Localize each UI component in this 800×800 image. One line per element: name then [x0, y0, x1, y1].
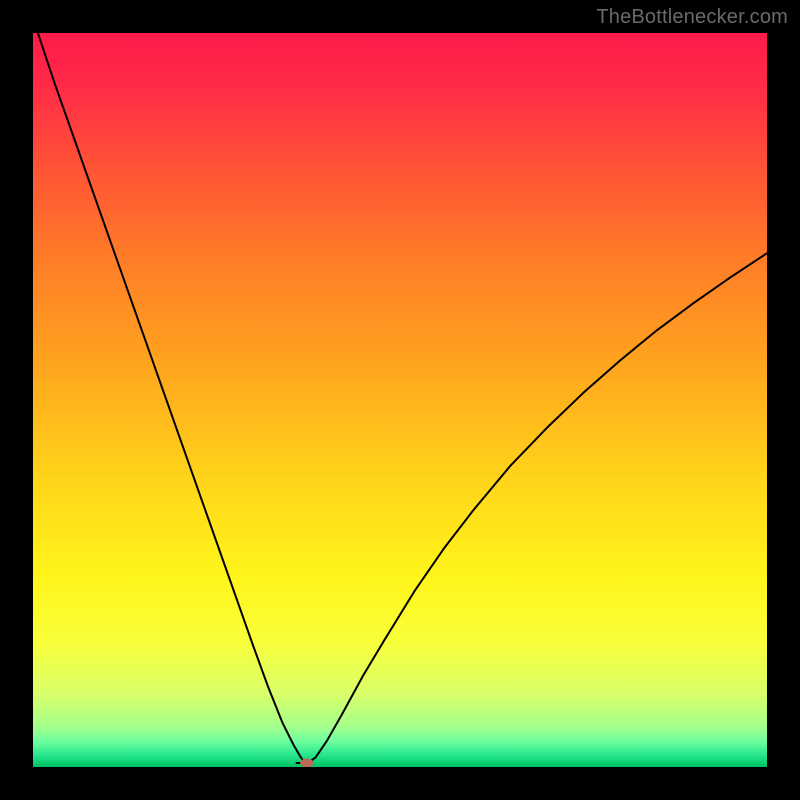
chart-container: TheBottlenecker.com — [0, 0, 800, 800]
marker-point — [300, 759, 313, 767]
attribution-text: TheBottlenecker.com — [596, 6, 788, 29]
chart-svg — [33, 33, 767, 767]
plot-area — [33, 33, 767, 767]
